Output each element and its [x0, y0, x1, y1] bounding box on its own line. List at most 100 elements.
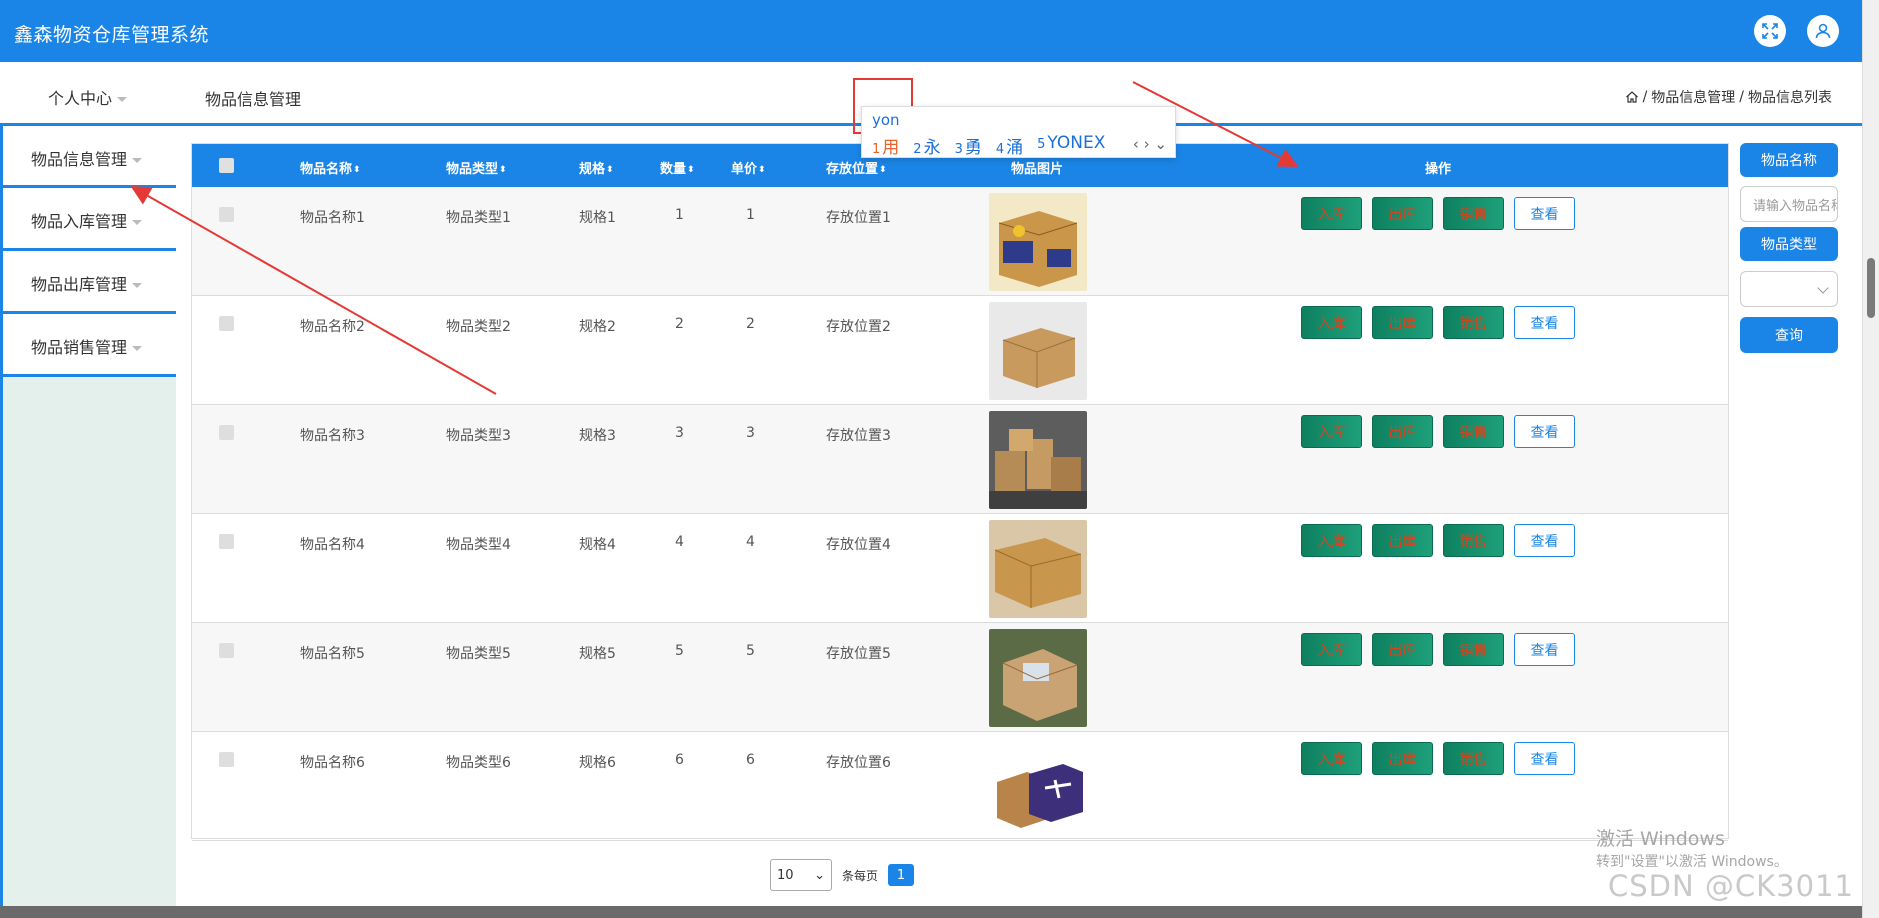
page-size-value: 10 [777, 867, 794, 883]
sidebar-item-label: 物品入库管理 [31, 212, 128, 231]
table-row: 物品名称1 物品类型1 规格1 1 1 存放位置1 入库 出库 销售 查看 [192, 187, 1728, 296]
column-header-label: 规格 [579, 162, 606, 177]
cell-spec: 规格2 [579, 319, 616, 335]
view-button[interactable]: 查看 [1514, 306, 1575, 339]
type-filter-label: 物品类型 [1740, 227, 1838, 261]
row-checkbox[interactable] [219, 534, 234, 549]
stock-in-button[interactable]: 入库 [1301, 197, 1362, 230]
query-button[interactable]: 查询 [1740, 317, 1838, 353]
ime-candidate-number: 3 [954, 142, 963, 157]
column-header-type[interactable]: 物品类型⬍ [446, 158, 507, 177]
column-header-qty[interactable]: 数量⬍ [660, 158, 695, 177]
item-image [989, 629, 1087, 727]
page-size-select[interactable]: 10 ⌄ [770, 859, 832, 891]
cell-qty: 6 [675, 752, 684, 768]
column-header-price[interactable]: 单价⬍ [731, 158, 766, 177]
fullscreen-button[interactable] [1754, 15, 1786, 47]
row-checkbox[interactable] [219, 316, 234, 331]
stock-out-button[interactable]: 出库 [1372, 197, 1433, 230]
sidebar-item-label: 物品出库管理 [31, 275, 128, 294]
app-window: 鑫森物资仓库管理系统 个人中心 物品信息管理 / 物品信息管理 / 物品信息列表… [0, 0, 1879, 918]
row-checkbox[interactable] [219, 425, 234, 440]
type-select[interactable] [1740, 271, 1838, 307]
ime-candidate-text: YONEX [1047, 133, 1106, 153]
current-page-label: 物品信息管理 [205, 90, 302, 109]
sidebar: 物品信息管理 物品入库管理 物品出库管理 物品销售管理 [0, 126, 176, 918]
name-search-input[interactable]: 请输入物品名称 [1740, 186, 1838, 222]
ime-candidate-text: 勇 [964, 138, 982, 158]
sidebar-item-item-info[interactable]: 物品信息管理 [3, 126, 176, 188]
box-image [989, 629, 1087, 727]
chevron-down-icon [1817, 282, 1829, 294]
stock-out-button[interactable]: 出库 [1372, 306, 1433, 339]
sale-button[interactable]: 销售 [1443, 415, 1504, 448]
chevron-down-icon [132, 158, 143, 163]
fullscreen-icon [1762, 23, 1778, 39]
sidebar-item-stock-out[interactable]: 物品出库管理 [3, 251, 176, 314]
cell-name: 物品名称3 [300, 428, 365, 444]
ime-page-nav[interactable]: ‹ › ⌄ [1133, 135, 1167, 153]
ime-candidate[interactable]: 1用 [872, 133, 899, 158]
stock-in-button[interactable]: 入库 [1301, 306, 1362, 339]
cell-location: 存放位置5 [826, 646, 891, 662]
sidebar-item-sales[interactable]: 物品销售管理 [3, 314, 176, 377]
breadcrumb-level1[interactable]: 物品信息管理 [1651, 87, 1735, 107]
view-button[interactable]: 查看 [1514, 633, 1575, 666]
stock-in-button[interactable]: 入库 [1301, 633, 1362, 666]
cell-price: 3 [746, 425, 755, 441]
sidebar-item-stock-in[interactable]: 物品入库管理 [3, 188, 176, 251]
view-button[interactable]: 查看 [1514, 197, 1575, 230]
view-button[interactable]: 查看 [1514, 742, 1575, 775]
sort-icon: ⬍ [758, 164, 766, 175]
name-filter-label: 物品名称 [1740, 143, 1838, 177]
sale-button[interactable]: 销售 [1443, 197, 1504, 230]
stock-out-button[interactable]: 出库 [1372, 742, 1433, 775]
home-icon[interactable] [1625, 90, 1639, 104]
breadcrumb-separator: / [1642, 89, 1648, 105]
stock-in-button[interactable]: 入库 [1301, 524, 1362, 557]
sale-button[interactable]: 销售 [1443, 524, 1504, 557]
cell-type: 物品类型2 [446, 319, 511, 335]
sale-button[interactable]: 销售 [1443, 742, 1504, 775]
stock-out-button[interactable]: 出库 [1372, 524, 1433, 557]
cell-price: 2 [746, 316, 755, 332]
cell-qty: 5 [675, 643, 684, 659]
ime-candidate-text: 用 [882, 138, 900, 158]
column-header-spec[interactable]: 规格⬍ [579, 158, 614, 177]
ime-candidates: 1用 2永 3勇 4涌 5 YONEX [872, 133, 1105, 158]
ime-candidate[interactable]: 3勇 [955, 133, 982, 158]
column-header-location[interactable]: 存放位置⬍ [826, 158, 887, 177]
sale-button[interactable]: 销售 [1443, 633, 1504, 666]
cell-price: 6 [746, 752, 755, 768]
row-checkbox[interactable] [219, 207, 234, 222]
view-button[interactable]: 查看 [1514, 415, 1575, 448]
sale-button[interactable]: 销售 [1443, 306, 1504, 339]
page-scrollbar[interactable] [1862, 0, 1879, 918]
ime-candidate-popup: yon 1用 2永 3勇 4涌 5 YONEX ‹ › ⌄ [861, 106, 1176, 158]
stock-in-button[interactable]: 入库 [1301, 742, 1362, 775]
scrollbar-thumb[interactable] [1867, 258, 1875, 318]
ime-candidate[interactable]: 4涌 [996, 133, 1023, 158]
cell-location: 存放位置1 [826, 210, 891, 226]
row-checkbox[interactable] [219, 643, 234, 658]
app-title: 鑫森物资仓库管理系统 [14, 24, 210, 46]
windows-activation-subtitle: 转到"设置"以激活 Windows。 [1596, 854, 1788, 870]
cell-spec: 规格4 [579, 537, 616, 553]
stock-in-button[interactable]: 入库 [1301, 415, 1362, 448]
cell-type: 物品类型4 [446, 537, 511, 553]
table-row: 物品名称6 物品类型6 规格6 6 6 存放位置6 入库 出库 销售 查看 [192, 732, 1728, 841]
stock-out-button[interactable]: 出库 [1372, 633, 1433, 666]
stock-out-button[interactable]: 出库 [1372, 415, 1433, 448]
box-image [989, 520, 1087, 618]
column-header-name[interactable]: 物品名称⬍ [300, 158, 361, 177]
ime-candidate[interactable]: 5 YONEX [1037, 133, 1105, 158]
personal-center-menu[interactable]: 个人中心 [48, 85, 128, 109]
user-button[interactable] [1807, 15, 1839, 47]
breadcrumb: / 物品信息管理 / 物品信息列表 [1625, 87, 1832, 107]
select-all-checkbox[interactable] [219, 158, 234, 173]
view-button[interactable]: 查看 [1514, 524, 1575, 557]
cell-location: 存放位置3 [826, 428, 891, 444]
row-checkbox[interactable] [219, 752, 234, 767]
page-button-current[interactable]: 1 [888, 864, 915, 886]
ime-candidate[interactable]: 2永 [913, 133, 940, 158]
